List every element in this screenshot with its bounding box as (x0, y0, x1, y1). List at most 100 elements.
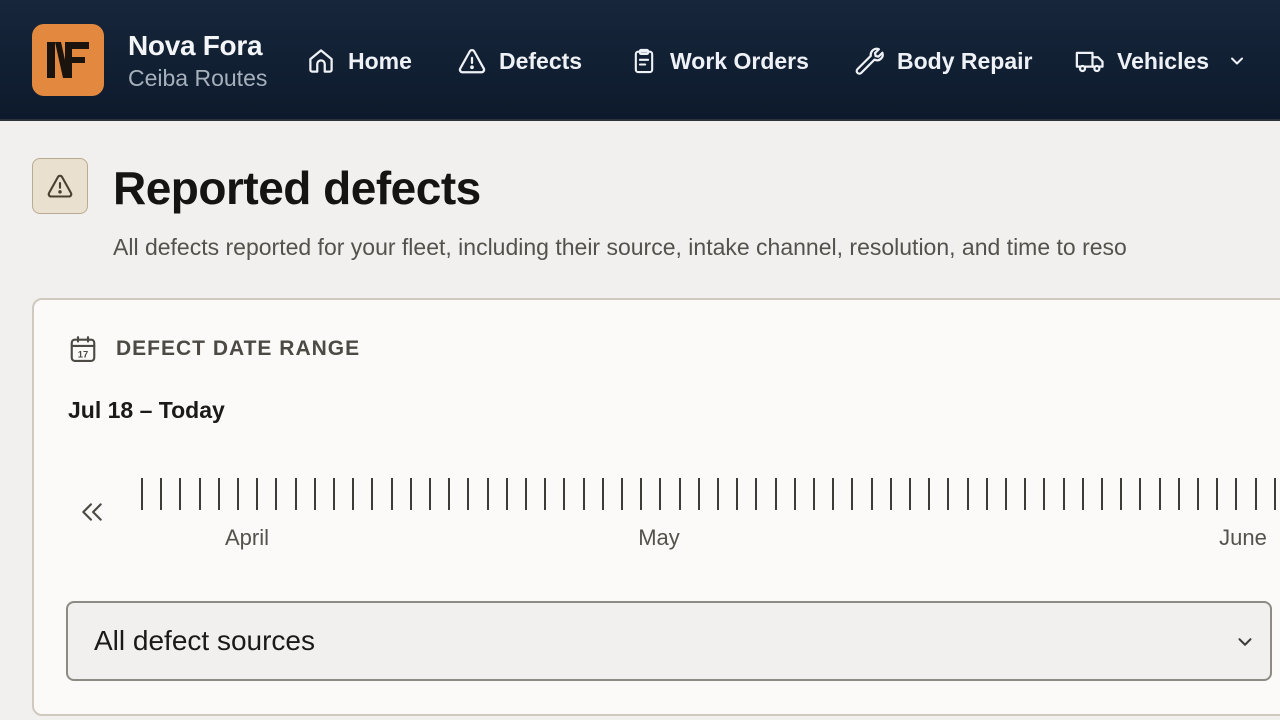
top-navigation-bar: Nova Fora Ceiba Routes Home Defects Work… (0, 0, 1280, 121)
timeline-tick (909, 478, 911, 510)
defect-source-selected-value: All defect sources (94, 625, 315, 656)
timeline-tick (313, 478, 316, 510)
truck-icon (1075, 51, 1104, 73)
timeline-tick (832, 478, 835, 510)
timeline-tick (429, 478, 431, 510)
timeline-tick (1101, 478, 1103, 510)
defect-filter-card: 17 DEFECT DATE RANGE Jul 18 – Today Apri… (32, 298, 1280, 716)
double-chevron-left-icon (82, 503, 102, 521)
page-title: Reported defects (113, 162, 481, 214)
timeline-tick (448, 478, 451, 510)
timeline-tick (294, 478, 297, 510)
timeline-tick (198, 478, 201, 510)
timeline-tick (1177, 478, 1180, 510)
timeline-tick (333, 478, 335, 510)
timeline-previous-button[interactable] (78, 498, 106, 526)
timeline-tick (467, 478, 470, 510)
date-range-value: Jul 18 – Today (68, 397, 225, 423)
timeline-tick (352, 478, 355, 510)
month-label-may: May (638, 525, 680, 550)
timeline-tick (985, 478, 988, 510)
timeline-tick (928, 478, 931, 510)
home-icon (309, 49, 333, 73)
timeline-tick (678, 478, 681, 510)
timeline-tick (390, 478, 393, 510)
page-header-icon-box (32, 158, 88, 214)
timeline-tick (217, 478, 220, 510)
brand-name: Nova Fora (128, 30, 263, 61)
warning-triangle-icon (458, 48, 486, 74)
calendar-icon: 17 (70, 336, 96, 362)
timeline-tick (544, 478, 547, 510)
timeline-tick (774, 478, 777, 510)
nav-label-defects: Defects (499, 47, 583, 74)
chevron-down-icon (1238, 638, 1252, 646)
timeline-tick (813, 478, 815, 510)
timeline-tick (1235, 478, 1238, 510)
timeline-tick (736, 478, 739, 510)
timeline-tick (717, 478, 719, 510)
timeline-tick (409, 478, 412, 510)
app-logo[interactable] (32, 24, 104, 96)
warning-triangle-icon (47, 174, 73, 198)
timeline-tick (275, 478, 278, 510)
clipboard-icon (634, 48, 654, 74)
timeline-tick (966, 478, 969, 510)
timeline-tick (486, 478, 489, 510)
date-range-label: DEFECT DATE RANGE (116, 337, 361, 360)
timeline-tick (256, 478, 259, 510)
nav-label-body-repair: Body Repair (897, 47, 1033, 74)
brand-subtitle: Ceiba Routes (128, 65, 268, 91)
timeline-tick (179, 478, 182, 510)
calendar-day-number: 17 (78, 349, 88, 359)
timeline-tick (1158, 478, 1161, 510)
timeline-tick (1043, 478, 1046, 510)
nav-label-vehicles: Vehicles (1117, 47, 1210, 74)
date-timeline-slider[interactable] (140, 478, 1280, 512)
timeline-tick (640, 478, 643, 510)
nav-label-home: Home (348, 47, 412, 74)
timeline-tick (371, 478, 374, 510)
timeline-tick (697, 478, 700, 510)
timeline-tick (237, 478, 239, 510)
timeline-tick (1024, 478, 1027, 510)
nav-item-home[interactable]: Home (306, 40, 412, 82)
nf-logo-icon (47, 42, 89, 78)
timeline-tick (1062, 478, 1065, 510)
timeline-tick (601, 478, 604, 510)
timeline-tick (851, 478, 854, 510)
timeline-tick (889, 478, 892, 510)
timeline-tick (659, 478, 662, 510)
timeline-tick (563, 478, 566, 510)
timeline-tick (755, 478, 758, 510)
brand: Nova Fora Ceiba Routes (128, 29, 267, 93)
timeline-tick (582, 478, 585, 510)
timeline-tick (141, 478, 143, 510)
nav-item-body-repair[interactable]: Body Repair (855, 40, 1032, 82)
chevron-down-icon (1231, 57, 1244, 65)
timeline-tick (870, 478, 873, 510)
defect-source-select[interactable]: All defect sources (66, 601, 1272, 681)
timeline-tick (1005, 478, 1007, 510)
date-range-header: 17 DEFECT DATE RANGE (68, 334, 360, 364)
nav-label-work-orders: Work Orders (670, 47, 809, 74)
page-description: All defects reported for your fleet, inc… (113, 234, 1127, 260)
timeline-tick (1197, 478, 1199, 510)
timeline-tick (1216, 478, 1219, 510)
nav-item-defects[interactable]: Defects (457, 40, 582, 82)
timeline-tick (1273, 478, 1276, 510)
timeline-tick (793, 478, 796, 510)
timeline-tick (1139, 478, 1142, 510)
timeline-tick (1120, 478, 1123, 510)
nav-item-work-orders[interactable]: Work Orders (630, 40, 809, 82)
timeline-tick (1081, 478, 1084, 510)
wrench-icon (855, 47, 884, 75)
timeline-tick (947, 478, 950, 510)
nav-item-vehicles[interactable]: Vehicles (1075, 40, 1247, 82)
timeline-tick (1254, 478, 1257, 510)
timeline-tick (505, 478, 508, 510)
timeline-tick (525, 478, 527, 510)
month-label-june: June (1219, 525, 1267, 550)
month-label-april: April (224, 525, 270, 550)
timeline-tick (621, 478, 623, 510)
